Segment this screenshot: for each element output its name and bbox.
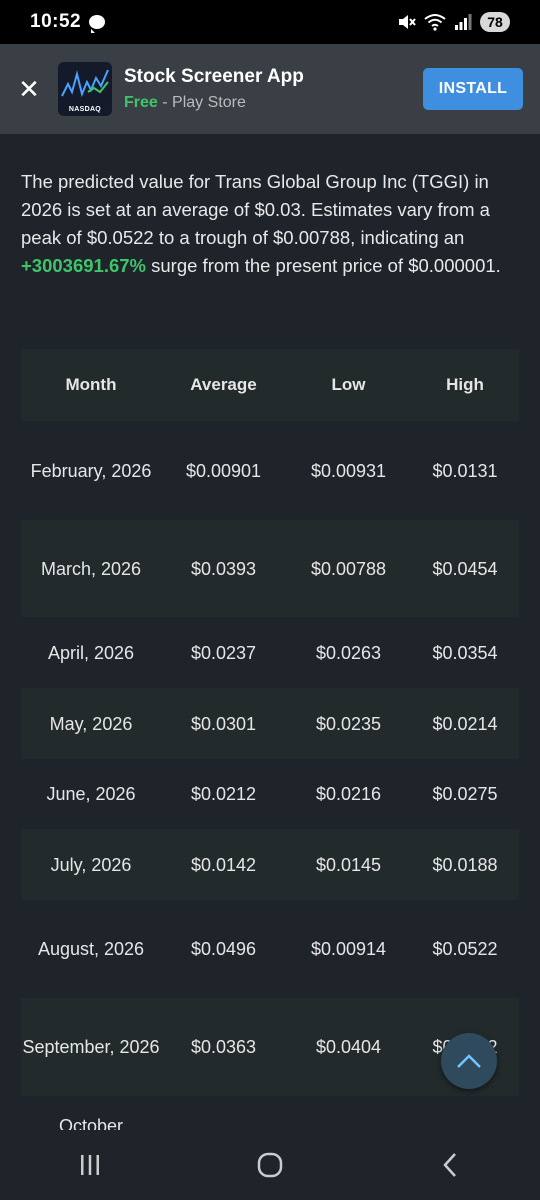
recent-apps-icon — [81, 1155, 99, 1175]
header-high: High — [446, 375, 484, 394]
home-button[interactable] — [230, 1140, 310, 1190]
cell-month: June, 2026 — [46, 784, 136, 804]
status-icons: 78 — [396, 12, 510, 32]
cell-month: February, 2026 — [30, 460, 152, 481]
wifi-icon — [424, 14, 446, 31]
back-button[interactable] — [410, 1140, 490, 1190]
ad-banner[interactable]: ✕ NASDAQ Stock Screener App Free - Play … — [0, 44, 540, 134]
cell-low: $0.00931 — [310, 460, 387, 481]
cell-high: $0.0131 — [432, 460, 498, 481]
cell-average: $0.0393 — [190, 558, 257, 579]
cell-month: October — [58, 1116, 124, 1130]
signal-icon — [455, 14, 472, 30]
table-header-row: Month Average Low High — [21, 349, 519, 421]
table-row: July, 2026 $0.0142 $0.0145 $0.0188 — [21, 829, 519, 900]
cell-average: $0.0237 — [190, 642, 257, 663]
ad-store: - Play Store — [162, 94, 246, 111]
install-button[interactable]: INSTALL — [423, 68, 523, 110]
cell-low: $0.0216 — [315, 784, 382, 804]
chevron-up-icon — [457, 1054, 481, 1068]
cell-low: $0.0235 — [315, 713, 382, 734]
cell-high: $0.0354 — [432, 642, 498, 663]
screen: 10:52 78 ✕ NASDAQ Stock Screener App Fre… — [0, 0, 540, 1200]
ad-subtitle: Free - Play Store — [124, 94, 304, 112]
cell-average: $0.0142 — [190, 854, 257, 875]
cell-month: August, 2026 — [37, 939, 145, 959]
cell-low: $0.00914 — [310, 939, 387, 959]
system-nav-bar — [0, 1130, 540, 1200]
prediction-summary: The predicted value for Trans Global Gro… — [21, 168, 526, 280]
cell-average: $0.0212 — [190, 784, 257, 804]
mute-icon — [399, 15, 416, 29]
cell-average: $0.00901 — [185, 460, 262, 481]
cell-average: $0.0496 — [190, 939, 257, 959]
cell-average: $0.0363 — [190, 1037, 257, 1057]
cell-month: April, 2026 — [47, 642, 135, 663]
status-bar: 10:52 78 — [0, 0, 540, 44]
cell-month: July, 2026 — [50, 854, 132, 875]
ad-title: Stock Screener App — [124, 66, 304, 87]
cell-high: $0.0275 — [432, 784, 498, 804]
ad-text: Stock Screener App Free - Play Store — [124, 66, 304, 112]
cell-low: $0.0263 — [315, 642, 382, 663]
table-row: May, 2026 $0.0301 $0.0235 $0.0214 — [21, 688, 519, 759]
ad-price: Free — [124, 94, 158, 111]
cell-high: $0.0454 — [432, 558, 498, 579]
cell-month: September, 2026 — [22, 1037, 160, 1057]
cell-high: $0.0214 — [432, 713, 498, 734]
cell-average: $0.0301 — [190, 713, 257, 734]
percent-change: +3003691.67% — [21, 255, 146, 276]
home-icon — [257, 1152, 283, 1178]
logo-text: NASDAQ — [68, 106, 102, 113]
cell-low: $0.0404 — [315, 1037, 382, 1057]
cell-month: May, 2026 — [49, 713, 133, 734]
chat-bubble-icon — [89, 15, 106, 33]
cell-low: $0.00788 — [310, 558, 387, 579]
table-row: August, 2026 $0.0496 $0.00914 $0.0522 — [21, 900, 519, 998]
cell-high: $0.0522 — [432, 939, 498, 959]
header-average: Average — [190, 375, 257, 394]
scroll-to-top-button[interactable] — [441, 1033, 497, 1089]
table-row: February, 2026 $0.00901 $0.00931 $0.0131 — [21, 421, 519, 520]
table-row: April, 2026 $0.0237 $0.0263 $0.0354 — [21, 617, 519, 688]
header-low: Low — [331, 375, 366, 394]
header-month: Month — [65, 375, 117, 394]
cell-low: $0.0145 — [315, 854, 382, 875]
table-row: October — [21, 1096, 519, 1130]
recent-apps-button[interactable] — [50, 1140, 130, 1190]
cell-high: $0.0188 — [432, 854, 498, 875]
cell-month: March, 2026 — [40, 558, 142, 579]
app-logo: NASDAQ — [58, 62, 112, 116]
close-ad-icon[interactable]: ✕ — [0, 74, 58, 105]
battery-indicator: 78 — [480, 12, 510, 32]
table-row: June, 2026 $0.0212 $0.0216 $0.0275 — [21, 759, 519, 829]
status-time: 10:52 — [30, 11, 82, 32]
back-icon — [443, 1153, 456, 1177]
forecast-table: Month Average Low High February, 2026 $0… — [21, 349, 519, 1130]
table-row: March, 2026 $0.0393 $0.00788 $0.0454 — [21, 520, 519, 617]
content-area[interactable]: The predicted value for Trans Global Gro… — [0, 134, 540, 1130]
summary-text-before: The predicted value for Trans Global Gro… — [21, 171, 490, 248]
summary-text-after: surge from the present price of $0.00000… — [151, 255, 501, 276]
